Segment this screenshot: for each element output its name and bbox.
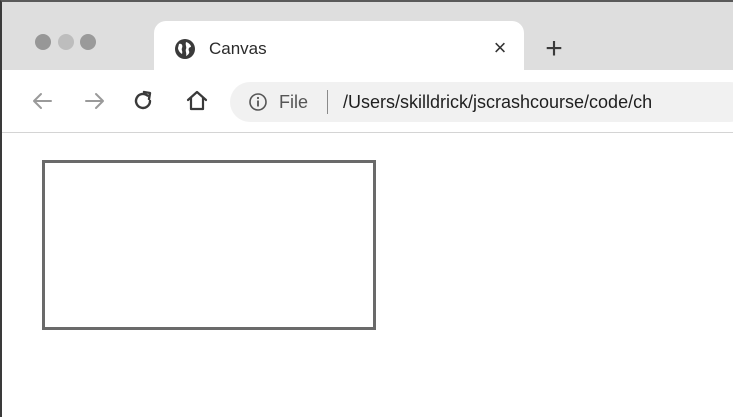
tab-close-button[interactable]: × [489,37,511,59]
globe-icon [174,38,196,60]
canvas-element [42,160,376,330]
scheme-label: File [279,92,309,112]
arrow-left-icon [33,93,52,109]
page-content [2,133,733,417]
new-tab-button[interactable]: + [539,34,569,66]
reload-icon [134,90,152,110]
address-separator [327,90,328,114]
window-maximize-button[interactable] [80,34,96,50]
tab-strip: Canvas × + [2,2,733,73]
window-minimize-button[interactable] [58,34,74,50]
forward-button[interactable] [82,88,108,114]
browser-window: Canvas × + File /Users/skilldrick/jscras… [0,0,733,417]
window-close-button[interactable] [35,34,51,50]
tab-title: Canvas [209,39,267,58]
browser-toolbar: File /Users/skilldrick/jscrashcourse/cod… [2,70,733,133]
home-button[interactable] [184,88,210,114]
home-icon [186,90,208,111]
url-text[interactable]: /Users/skilldrick/jscrashcourse/code/ch [343,91,652,113]
info-icon[interactable] [248,92,268,112]
reload-button[interactable] [130,88,156,114]
tab-canvas[interactable]: Canvas × [154,21,524,73]
arrow-right-icon [85,93,104,109]
back-button[interactable] [29,88,55,114]
address-bar[interactable]: File /Users/skilldrick/jscrashcourse/cod… [230,82,733,122]
